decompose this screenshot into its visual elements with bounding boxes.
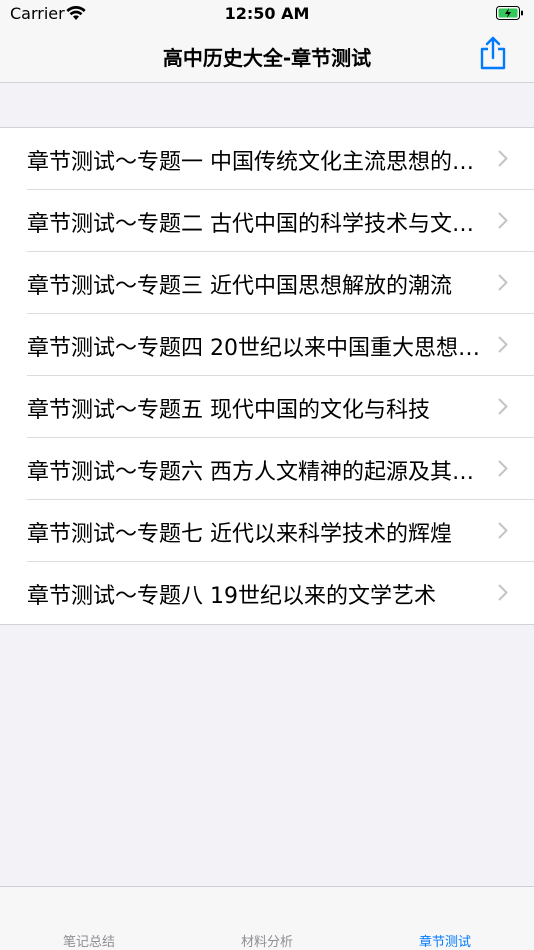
- list-item-label: 章节测试～专题八 19世纪以来的文学艺术: [27, 584, 436, 609]
- status-bar: Carrier 12:50 AM: [0, 0, 534, 28]
- list-item[interactable]: 章节测试～专题三 近代中国思想解放的潮流: [0, 252, 534, 314]
- list-item-label: 章节测试～专题七 近代以来科学技术的辉煌: [27, 522, 452, 547]
- chevron-right-icon: [498, 212, 508, 229]
- tab-chapter-test[interactable]: 章节测试: [385, 931, 505, 950]
- chevron-right-icon: [498, 584, 508, 601]
- tab-notes-summary[interactable]: 笔记总结: [29, 931, 149, 950]
- list-item-label: 章节测试～专题六 西方人文精神的起源及其发展: [27, 460, 487, 485]
- list-item-label: 章节测试～专题三 近代中国思想解放的潮流: [27, 274, 452, 299]
- tab-material-analysis[interactable]: 材料分析: [207, 931, 327, 950]
- chevron-right-icon: [498, 522, 508, 539]
- list-item-label: 章节测试～专题一 中国传统文化主流思想的演变: [27, 150, 487, 175]
- list-item[interactable]: 章节测试～专题八 19世纪以来的文学艺术: [0, 562, 534, 624]
- page-title: 高中历史大全-章节测试: [162, 46, 372, 70]
- navigation-bar: 高中历史大全-章节测试: [0, 28, 534, 83]
- share-icon[interactable]: [479, 36, 507, 70]
- chevron-right-icon: [498, 336, 508, 353]
- list-item-label: 章节测试～专题四 20世纪以来中国重大思想理论成果: [27, 336, 487, 361]
- list-item-label: 章节测试～专题五 现代中国的文化与科技: [27, 398, 430, 423]
- list-item-label: 章节测试～专题二 古代中国的科学技术与文学艺术: [27, 212, 487, 237]
- chevron-right-icon: [498, 274, 508, 291]
- list-item[interactable]: 章节测试～专题六 西方人文精神的起源及其发展: [0, 438, 534, 500]
- list-item[interactable]: 章节测试～专题一 中国传统文化主流思想的演变: [0, 128, 534, 190]
- list-item[interactable]: 章节测试～专题七 近代以来科学技术的辉煌: [0, 500, 534, 562]
- battery-charging-icon: [496, 6, 523, 20]
- chevron-right-icon: [498, 150, 508, 167]
- clock-time: 12:50 AM: [224, 4, 310, 23]
- list-item[interactable]: 章节测试～专题五 现代中国的文化与科技: [0, 376, 534, 438]
- list-item[interactable]: 章节测试～专题四 20世纪以来中国重大思想理论成果: [0, 314, 534, 376]
- chevron-right-icon: [498, 460, 508, 477]
- chevron-right-icon: [498, 398, 508, 415]
- chapter-list: 章节测试～专题一 中国传统文化主流思想的演变 章节测试～专题二 古代中国的科学技…: [0, 127, 534, 625]
- tab-bar: 笔记总结 材料分析 章节测试: [0, 886, 534, 950]
- list-item[interactable]: 章节测试～专题二 古代中国的科学技术与文学艺术: [0, 190, 534, 252]
